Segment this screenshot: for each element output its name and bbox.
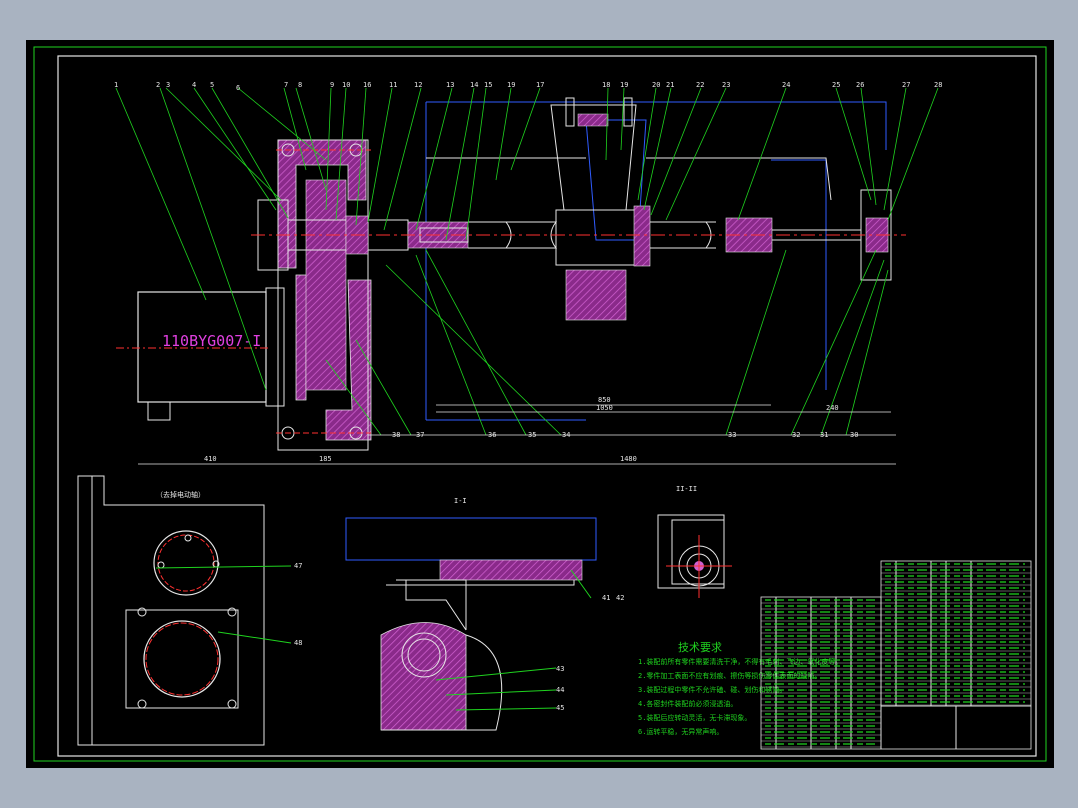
svg-text:I-I: I-I: [454, 497, 467, 505]
svg-text:32: 32: [792, 431, 800, 439]
svg-text:26: 26: [856, 81, 864, 89]
svg-text:9: 9: [330, 81, 334, 89]
svg-text:8: 8: [298, 81, 302, 89]
svg-text:23: 23: [722, 81, 730, 89]
dimension-lines: [138, 404, 896, 465]
svg-text:3.装配过程中零件不允许磕、碰、划伤和锈蚀。: 3.装配过程中零件不允许磕、碰、划伤和锈蚀。: [638, 685, 786, 694]
svg-text:41: 41: [602, 594, 610, 602]
svg-text:27: 27: [902, 81, 910, 89]
dim-1050: 1050: [596, 404, 613, 412]
svg-text:31: 31: [820, 431, 828, 439]
svg-text:22: 22: [696, 81, 704, 89]
svg-text:21: 21: [666, 81, 674, 89]
svg-text:28: 28: [934, 81, 942, 89]
dim-850: 850: [598, 396, 611, 404]
svg-text:10: 10: [342, 81, 350, 89]
svg-text:5: 5: [210, 81, 214, 89]
svg-text:6.运转平稳，无异常声响。: 6.运转平稳，无异常声响。: [638, 727, 723, 736]
cad-drawing-viewport[interactable]: 110BYG007-I 850 1050 240 1480 410 185 1 …: [26, 40, 1054, 768]
svg-text:2: 2: [156, 81, 160, 89]
bracket-view: （去掉电动轴） 47 48: [77, 475, 302, 746]
tech-title: 技术要求: [678, 641, 722, 654]
dim-185: 185: [319, 455, 332, 463]
svg-text:11: 11: [389, 81, 397, 89]
svg-text:48: 48: [294, 639, 302, 647]
section-view-2: II-II: [657, 485, 732, 598]
svg-text:1.装配前所有零件需要清洗干净，不得有毛刺、飞边、氧化皮等。: 1.装配前所有零件需要清洗干净，不得有毛刺、飞边、氧化皮等。: [638, 657, 842, 666]
svg-text:17: 17: [536, 81, 544, 89]
svg-text:24: 24: [782, 81, 790, 89]
svg-text:20: 20: [652, 81, 660, 89]
svg-text:12: 12: [414, 81, 422, 89]
dim-410: 410: [204, 455, 217, 463]
svg-text:33: 33: [728, 431, 736, 439]
leader-lines: [115, 87, 939, 436]
svg-text:30: 30: [850, 431, 858, 439]
svg-text:14: 14: [470, 81, 478, 89]
svg-text:3: 3: [166, 81, 170, 89]
svg-text:6: 6: [236, 84, 240, 92]
svg-text:18: 18: [602, 81, 610, 89]
svg-text:44: 44: [556, 686, 564, 694]
svg-text:45: 45: [556, 704, 564, 712]
dim-240: 240: [826, 404, 839, 412]
svg-text:37: 37: [416, 431, 424, 439]
cad-drawing: 110BYG007-I 850 1050 240 1480 410 185 1 …: [33, 46, 1047, 762]
svg-text:II-II: II-II: [676, 485, 697, 493]
svg-text:34: 34: [562, 431, 570, 439]
main-assembly-view: 110BYG007-I 850 1050 240 1480 410 185 1 …: [114, 81, 942, 465]
svg-text:13: 13: [446, 81, 454, 89]
svg-text:15: 15: [484, 81, 492, 89]
svg-text:43: 43: [556, 665, 564, 673]
svg-text:19: 19: [620, 81, 628, 89]
svg-text:36: 36: [488, 431, 496, 439]
section-view-1: I-I 43 44 45 41 42: [345, 497, 624, 731]
svg-text:19: 19: [507, 81, 515, 89]
svg-text:5.装配后应转动灵活，无卡滞现象。: 5.装配后应转动灵活，无卡滞现象。: [638, 713, 751, 722]
view-label: （去掉电动轴）: [156, 490, 205, 499]
svg-text:4: 4: [192, 81, 196, 89]
part-labels-top: 1 2 3 4 5 6 7 8 9 10 16 11 12 13 14 15 1…: [114, 81, 942, 92]
svg-text:42: 42: [616, 594, 624, 602]
svg-text:38: 38: [392, 431, 400, 439]
svg-text:4.各密封件装配前必须浸透油。: 4.各密封件装配前必须浸透油。: [638, 699, 737, 708]
svg-text:47: 47: [294, 562, 302, 570]
dim-1480: 1480: [620, 455, 637, 463]
svg-text:25: 25: [832, 81, 840, 89]
svg-text:1: 1: [114, 81, 118, 89]
svg-text:16: 16: [363, 81, 371, 89]
svg-text:7: 7: [284, 81, 288, 89]
tech-notes: 技术要求 1.装配前所有零件需要清洗干净，不得有毛刺、飞边、氧化皮等。 2.零件…: [638, 641, 842, 736]
svg-text:35: 35: [528, 431, 536, 439]
parts-list-table: [760, 560, 1032, 750]
